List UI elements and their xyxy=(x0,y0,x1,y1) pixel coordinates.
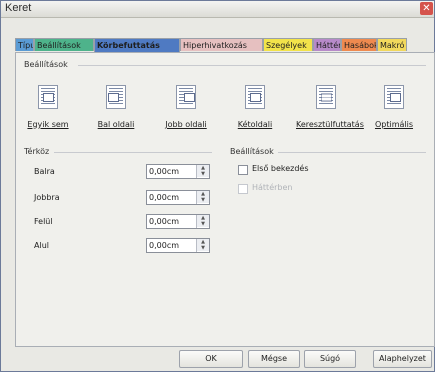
options-divider xyxy=(278,152,426,153)
options-section-label: Beállítások xyxy=(230,147,274,156)
spin-down-icon[interactable]: ▼ xyxy=(197,245,209,251)
help-button[interactable]: Súgó xyxy=(304,350,356,368)
spin-down-icon[interactable]: ▼ xyxy=(197,197,209,203)
bottom-spacing-stepper[interactable]: ▲ ▼ xyxy=(196,239,209,252)
spin-down-icon[interactable]: ▼ xyxy=(197,221,209,227)
tab-korbefuttatas[interactable]: Körbefuttatás xyxy=(94,38,180,52)
right-spacing-spinner[interactable]: ▲▼ xyxy=(146,190,210,205)
wrap-option-label: Keresztülfuttatás xyxy=(296,120,364,129)
first-paragraph-checkbox[interactable] xyxy=(238,165,248,175)
tab-makro[interactable]: Makró xyxy=(377,38,407,51)
bottom-spacing-spinner[interactable]: ▲▼ xyxy=(146,238,210,253)
wrap-option-parallel[interactable]: Kétoldali xyxy=(225,85,285,129)
top-spacing-stepper[interactable]: ▲ ▼ xyxy=(196,215,209,228)
wrap-none-icon xyxy=(38,85,58,109)
top-spacing-label: Felül xyxy=(34,217,53,226)
wrap-option-right[interactable]: Jobb oldali xyxy=(156,85,216,129)
wrap-option-label: Optimális xyxy=(374,120,414,129)
settings-divider xyxy=(78,65,426,66)
right-spacing-stepper[interactable]: ▲ ▼ xyxy=(196,191,209,204)
tab-szegelyek[interactable]: Szegélyek xyxy=(263,38,313,51)
wrap-through-icon xyxy=(316,85,336,109)
bottom-spacing-input[interactable] xyxy=(149,239,189,252)
top-spacing-spinner[interactable]: ▲▼ xyxy=(146,214,210,229)
wrap-optimal-icon xyxy=(384,85,404,109)
tab-hiperhivatkozas[interactable]: Hiperhivatkozás xyxy=(180,38,263,51)
tab-tipus[interactable]: Típus xyxy=(15,38,34,51)
wrap-option-label: Kétoldali xyxy=(237,120,273,129)
frame-dialog: Keret ✕ Típus Beállítások Körbefuttatás … xyxy=(0,0,435,372)
spin-down-icon[interactable]: ▼ xyxy=(197,171,209,177)
wrap-option-none[interactable]: Egyik sem xyxy=(18,85,78,129)
wrap-panel: Beállítások Egyik sem Bal oldali Jobb ol… xyxy=(15,52,435,347)
cancel-button[interactable]: Mégse xyxy=(248,350,300,368)
tab-hatter[interactable]: Háttér xyxy=(313,38,341,51)
title-bar[interactable]: Keret ✕ xyxy=(1,1,434,18)
wrap-option-label: Bal oldali xyxy=(97,120,135,129)
right-spacing-label: Jobbra xyxy=(34,193,60,202)
left-spacing-stepper[interactable]: ▲ ▼ xyxy=(196,165,209,178)
bottom-spacing-label: Alul xyxy=(34,241,49,250)
wrap-option-label: Jobb oldali xyxy=(165,120,207,129)
settings-section-label: Beállítások xyxy=(24,60,68,69)
wrap-option-through[interactable]: Keresztülfuttatás xyxy=(296,85,364,129)
wrap-left-icon xyxy=(106,85,126,109)
spacing-section-label: Térköz xyxy=(24,147,50,156)
wrap-parallel-icon xyxy=(245,85,265,109)
reset-button[interactable]: Alaphelyzet xyxy=(373,350,432,368)
first-paragraph-label[interactable]: Első bekezdés xyxy=(252,164,309,173)
close-icon[interactable]: ✕ xyxy=(420,2,433,15)
dialog-title: Keret xyxy=(5,2,32,14)
wrap-option-label: Egyik sem xyxy=(27,120,69,129)
in-background-checkbox[interactable] xyxy=(238,184,248,194)
tab-hasabok[interactable]: Hasábok xyxy=(341,38,377,51)
in-background-label[interactable]: Háttérben xyxy=(252,183,292,192)
wrap-option-optimal[interactable]: Optimális xyxy=(364,85,424,129)
ok-button[interactable]: OK xyxy=(179,350,243,368)
left-spacing-input[interactable] xyxy=(149,165,189,178)
left-spacing-label: Balra xyxy=(34,167,55,176)
top-spacing-input[interactable] xyxy=(149,215,189,228)
left-spacing-spinner[interactable]: ▲▼ xyxy=(146,164,210,179)
spacing-divider xyxy=(54,152,212,153)
tab-beallitasok[interactable]: Beállítások xyxy=(34,38,94,51)
wrap-option-left[interactable]: Bal oldali xyxy=(86,85,146,129)
wrap-right-icon xyxy=(176,85,196,109)
right-spacing-input[interactable] xyxy=(149,191,189,204)
